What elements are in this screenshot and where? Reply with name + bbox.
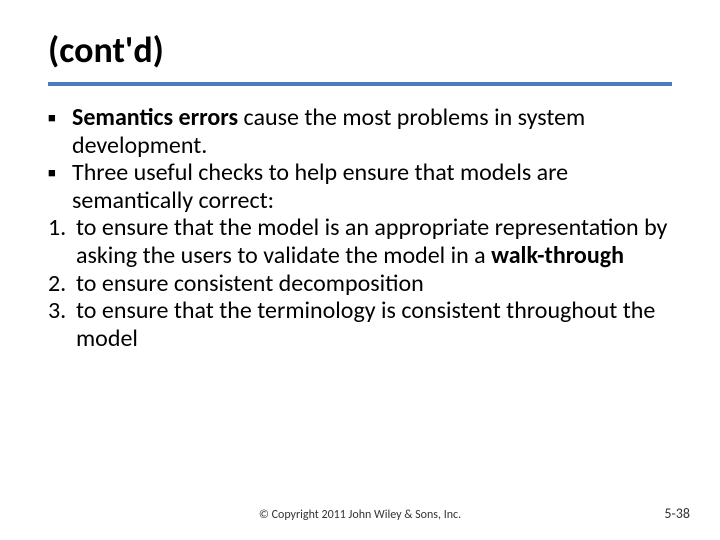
slide-content: ▪Semantics errors cause the most problem… xyxy=(48,104,672,352)
text-run: to ensure that the terminology is consis… xyxy=(76,296,655,353)
number-marker: 2. xyxy=(48,270,76,298)
bullet-square-icon: ▪ xyxy=(48,104,66,129)
text-run: Three useful checks to help ensure that … xyxy=(72,158,568,215)
slide: (cont'd) ▪Semantics errors cause the mos… xyxy=(0,0,720,540)
copyright-footer: © Copyright 2011 John Wiley & Sons, Inc. xyxy=(0,508,720,522)
numbered-text: to ensure that the model is an appropria… xyxy=(76,214,672,269)
numbered-item: 3. to ensure that the terminology is con… xyxy=(48,297,672,352)
bullet-text: Three useful checks to help ensure that … xyxy=(72,159,672,214)
bullet-item: ▪Semantics errors cause the most problem… xyxy=(48,104,672,159)
slide-title: (cont'd) xyxy=(48,28,672,72)
text-run: Semantics errors xyxy=(72,103,238,132)
page-number: 5-38 xyxy=(664,505,690,522)
number-marker: 1. xyxy=(48,214,76,242)
number-marker: 3. xyxy=(48,297,76,325)
numbered-text: to ensure consistent decomposition xyxy=(76,270,672,298)
numbered-item: 1. to ensure that the model is an approp… xyxy=(48,214,672,269)
numbered-item: 2. to ensure consistent decomposition xyxy=(48,270,672,298)
numbered-text: to ensure that the terminology is consis… xyxy=(76,297,672,352)
bullet-text: Semantics errors cause the most problems… xyxy=(72,104,672,159)
title-divider xyxy=(48,82,672,86)
text-run: walk-through xyxy=(491,241,624,270)
bullet-square-icon: ▪ xyxy=(48,159,66,184)
text-run: to ensure consistent decomposition xyxy=(76,269,424,298)
bullet-item: ▪Three useful checks to help ensure that… xyxy=(48,159,672,214)
